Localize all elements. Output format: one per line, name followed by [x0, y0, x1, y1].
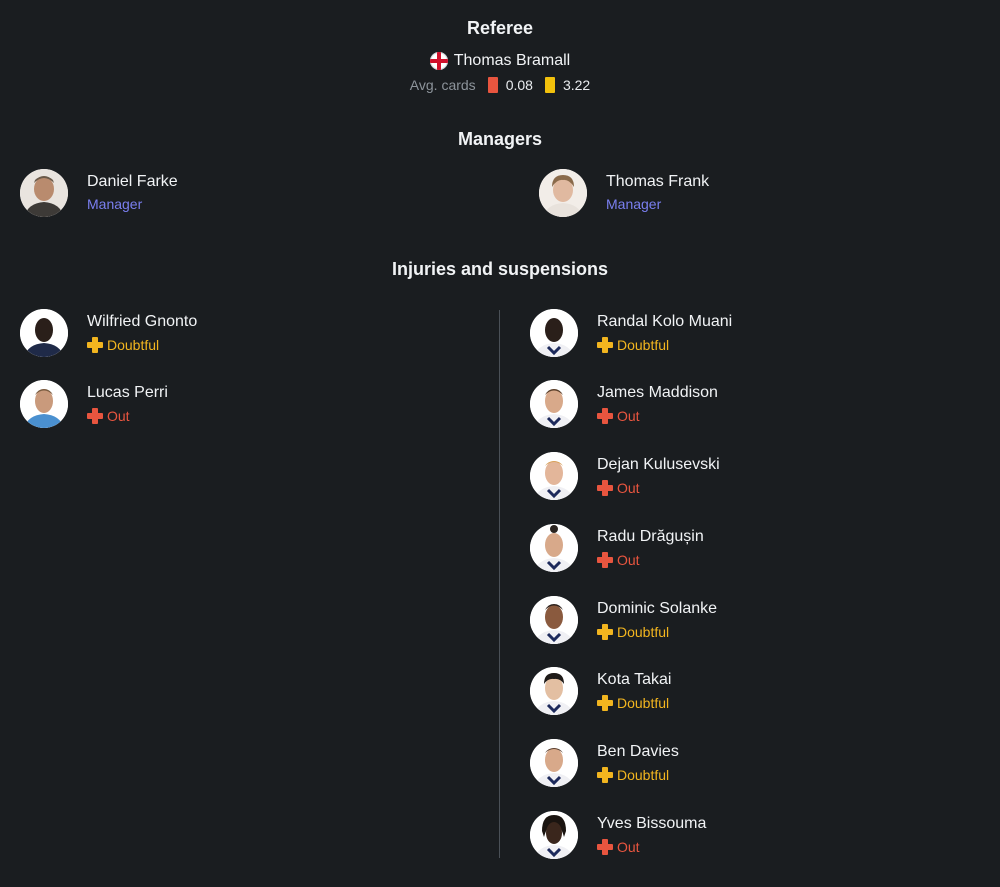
status-label: Doubtful — [617, 624, 670, 640]
status-label: Out — [617, 839, 640, 855]
player-name: James Maddison — [597, 384, 718, 401]
injury-status: Out — [597, 479, 720, 497]
avatar — [530, 524, 578, 572]
away-injury-item[interactable]: James Maddison Out — [530, 380, 718, 428]
match-info-page: Referee Thomas Bramall Avg. cards 0.08 3… — [0, 0, 1000, 887]
referee-name: Thomas Bramall — [453, 52, 571, 69]
injury-status: Doubtful — [597, 336, 732, 354]
injury-status: Doubtful — [597, 694, 671, 712]
player-name: Wilfried Gnonto — [87, 313, 198, 330]
england-flag-icon — [429, 52, 448, 70]
avatar — [20, 309, 68, 357]
avatar — [530, 667, 578, 715]
manager-role: Manager — [606, 196, 662, 212]
status-label: Out — [107, 408, 130, 424]
plus-icon — [597, 624, 613, 640]
status-label: Out — [617, 480, 640, 496]
avatar — [530, 596, 578, 644]
plus-icon — [597, 839, 613, 855]
referee-row[interactable]: Thomas Bramall — [0, 52, 1000, 70]
away-injury-item[interactable]: Dominic Solanke Doubtful — [530, 596, 717, 644]
away-manager[interactable]: Thomas Frank Manager — [539, 169, 709, 217]
away-injury-item[interactable]: Dejan Kulusevski Out — [530, 452, 720, 500]
manager-name: Daniel Farke — [87, 173, 178, 190]
injury-status: Doubtful — [597, 623, 717, 641]
yellow-card-avg: 3.22 — [562, 77, 591, 93]
plus-icon — [597, 408, 613, 424]
managers-title: Managers — [457, 129, 543, 149]
status-label: Out — [617, 408, 640, 424]
plus-icon — [597, 337, 613, 353]
player-name: Dejan Kulusevski — [597, 456, 720, 473]
status-label: Out — [617, 552, 640, 568]
injury-status: Doubtful — [87, 336, 197, 354]
injury-status: Doubtful — [597, 766, 679, 784]
status-label: Doubtful — [107, 337, 160, 353]
manager-role: Manager — [87, 196, 143, 212]
player-name: Dominic Solanke — [597, 600, 718, 617]
player-name: Kota Takai — [597, 671, 672, 688]
avatar — [530, 452, 578, 500]
home-injury-item[interactable]: Wilfried Gnonto Doubtful — [20, 309, 197, 357]
red-card-avg: 0.08 — [505, 77, 533, 93]
injury-status: Out — [597, 838, 706, 856]
away-injury-item[interactable]: Radu Drăgușin Out — [530, 524, 704, 572]
referee-avg-cards: Avg. cards 0.08 3.22 — [0, 77, 1000, 93]
plus-icon — [87, 408, 103, 424]
avatar — [530, 380, 578, 428]
manager-name: Thomas Frank — [606, 173, 710, 190]
player-name: Yves Bissouma — [597, 815, 707, 832]
status-label: Doubtful — [617, 695, 670, 711]
injury-status: Out — [597, 407, 718, 425]
plus-icon — [597, 552, 613, 568]
avatar — [539, 169, 587, 217]
player-name: Randal Kolo Muani — [597, 313, 733, 330]
column-divider — [499, 310, 500, 858]
home-manager[interactable]: Daniel Farke Manager — [20, 169, 178, 217]
player-name: Lucas Perri — [87, 384, 168, 401]
plus-icon — [597, 695, 613, 711]
referee-title: Referee — [466, 18, 534, 38]
plus-icon — [87, 337, 103, 353]
avatar — [530, 811, 578, 859]
yellow-card-icon — [544, 77, 555, 93]
red-card-icon — [487, 77, 498, 93]
avatar — [530, 309, 578, 357]
injury-status: Out — [597, 551, 704, 569]
player-name: Ben Davies — [597, 743, 679, 760]
home-injury-item[interactable]: Lucas Perri Out — [20, 380, 168, 428]
plus-icon — [597, 767, 613, 783]
away-injury-item[interactable]: Kota Takai Doubtful — [530, 667, 671, 715]
status-label: Doubtful — [617, 337, 670, 353]
avatar — [20, 169, 68, 217]
status-label: Doubtful — [617, 767, 670, 783]
avg-cards-label: Avg. cards — [409, 77, 476, 93]
away-injury-item[interactable]: Yves Bissouma Out — [530, 811, 706, 859]
away-injury-item[interactable]: Ben Davies Doubtful — [530, 739, 679, 787]
player-name: Radu Drăgușin — [597, 528, 704, 545]
plus-icon — [597, 480, 613, 496]
injury-status: Out — [87, 407, 168, 425]
injuries-title: Injuries and suspensions — [391, 259, 609, 279]
away-injury-item[interactable]: Randal Kolo Muani Doubtful — [530, 309, 732, 357]
avatar — [530, 739, 578, 787]
avatar — [20, 380, 68, 428]
